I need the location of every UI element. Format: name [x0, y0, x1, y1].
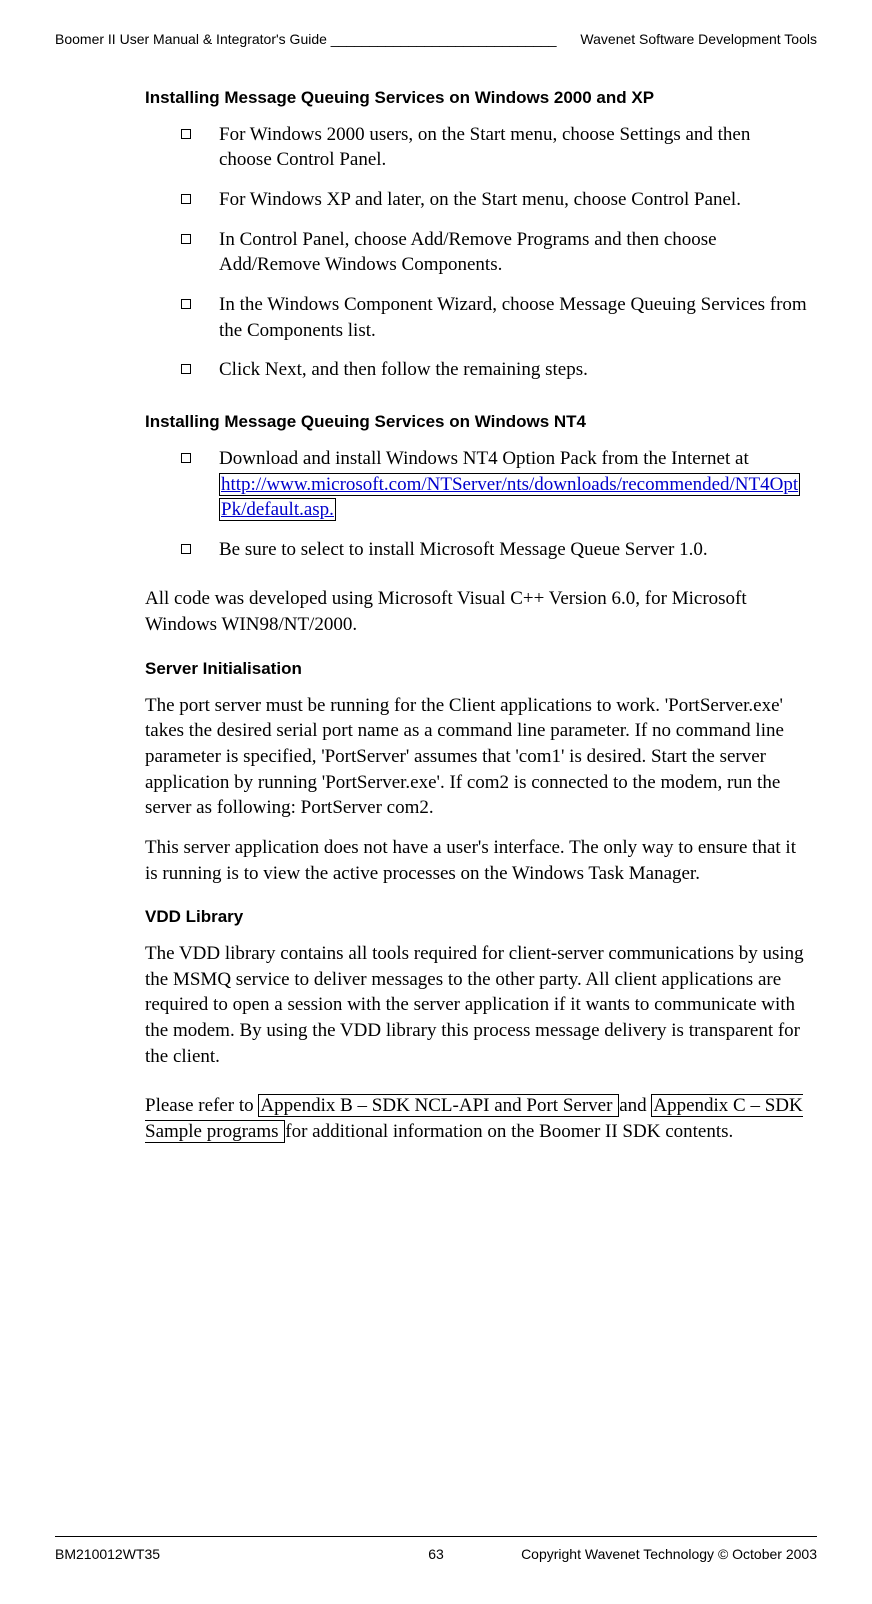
list-item-text: Download and install Windows NT4 Option …	[219, 448, 749, 469]
list-item: Be sure to select to install Microsoft M…	[181, 537, 807, 563]
page-header: Boomer II User Manual & Integrator's Gui…	[55, 30, 817, 49]
text: and	[619, 1095, 651, 1116]
list-item: In Control Panel, choose Add/Remove Prog…	[181, 227, 807, 278]
header-left: Boomer II User Manual & Integrator's Gui…	[55, 30, 557, 49]
footer-page-number: 63	[428, 1545, 444, 1564]
paragraph: The port server must be running for the …	[145, 693, 807, 821]
text: Please refer to	[145, 1095, 258, 1116]
footer-doc-id: BM210012WT35	[55, 1545, 160, 1564]
list-item: In the Windows Component Wizard, choose …	[181, 292, 807, 343]
appendix-link-b[interactable]: Appendix B – SDK NCL-API and Port Server	[258, 1094, 619, 1117]
section-title-msmq-nt4: Installing Message Queuing Services on W…	[145, 411, 807, 434]
paragraph: This server application does not have a …	[145, 835, 807, 886]
page-footer: BM210012WT35 63 Copyright Wavenet Techno…	[55, 1536, 817, 1564]
section-title-server-init: Server Initialisation	[145, 658, 807, 681]
list-item: For Windows 2000 users, on the Start men…	[181, 122, 807, 173]
list-item: For Windows XP and later, on the Start m…	[181, 187, 807, 213]
footer-copyright: Copyright Wavenet Technology © October 2…	[521, 1545, 817, 1564]
section-title-vdd-library: VDD Library	[145, 906, 807, 929]
text: for additional information on the Boomer…	[285, 1121, 733, 1142]
list-msmq-nt4: Download and install Windows NT4 Option …	[145, 446, 807, 563]
list-msmq-2000-xp: For Windows 2000 users, on the Start men…	[145, 122, 807, 383]
external-link[interactable]: Pk/default.asp.	[219, 498, 336, 521]
paragraph-appendix: Please refer to Appendix B – SDK NCL-API…	[145, 1093, 807, 1144]
page-content: Installing Message Queuing Services on W…	[55, 87, 817, 1145]
paragraph: The VDD library contains all tools requi…	[145, 941, 807, 1069]
section-title-msmq-2000-xp: Installing Message Queuing Services on W…	[145, 87, 807, 110]
link-block: http://www.microsoft.com/NTServer/nts/do…	[219, 472, 807, 523]
list-item: Download and install Windows NT4 Option …	[181, 446, 807, 523]
list-item: Click Next, and then follow the remainin…	[181, 357, 807, 383]
header-right: Wavenet Software Development Tools	[580, 30, 817, 49]
paragraph: All code was developed using Microsoft V…	[145, 586, 807, 637]
external-link[interactable]: http://www.microsoft.com/NTServer/nts/do…	[219, 473, 800, 496]
